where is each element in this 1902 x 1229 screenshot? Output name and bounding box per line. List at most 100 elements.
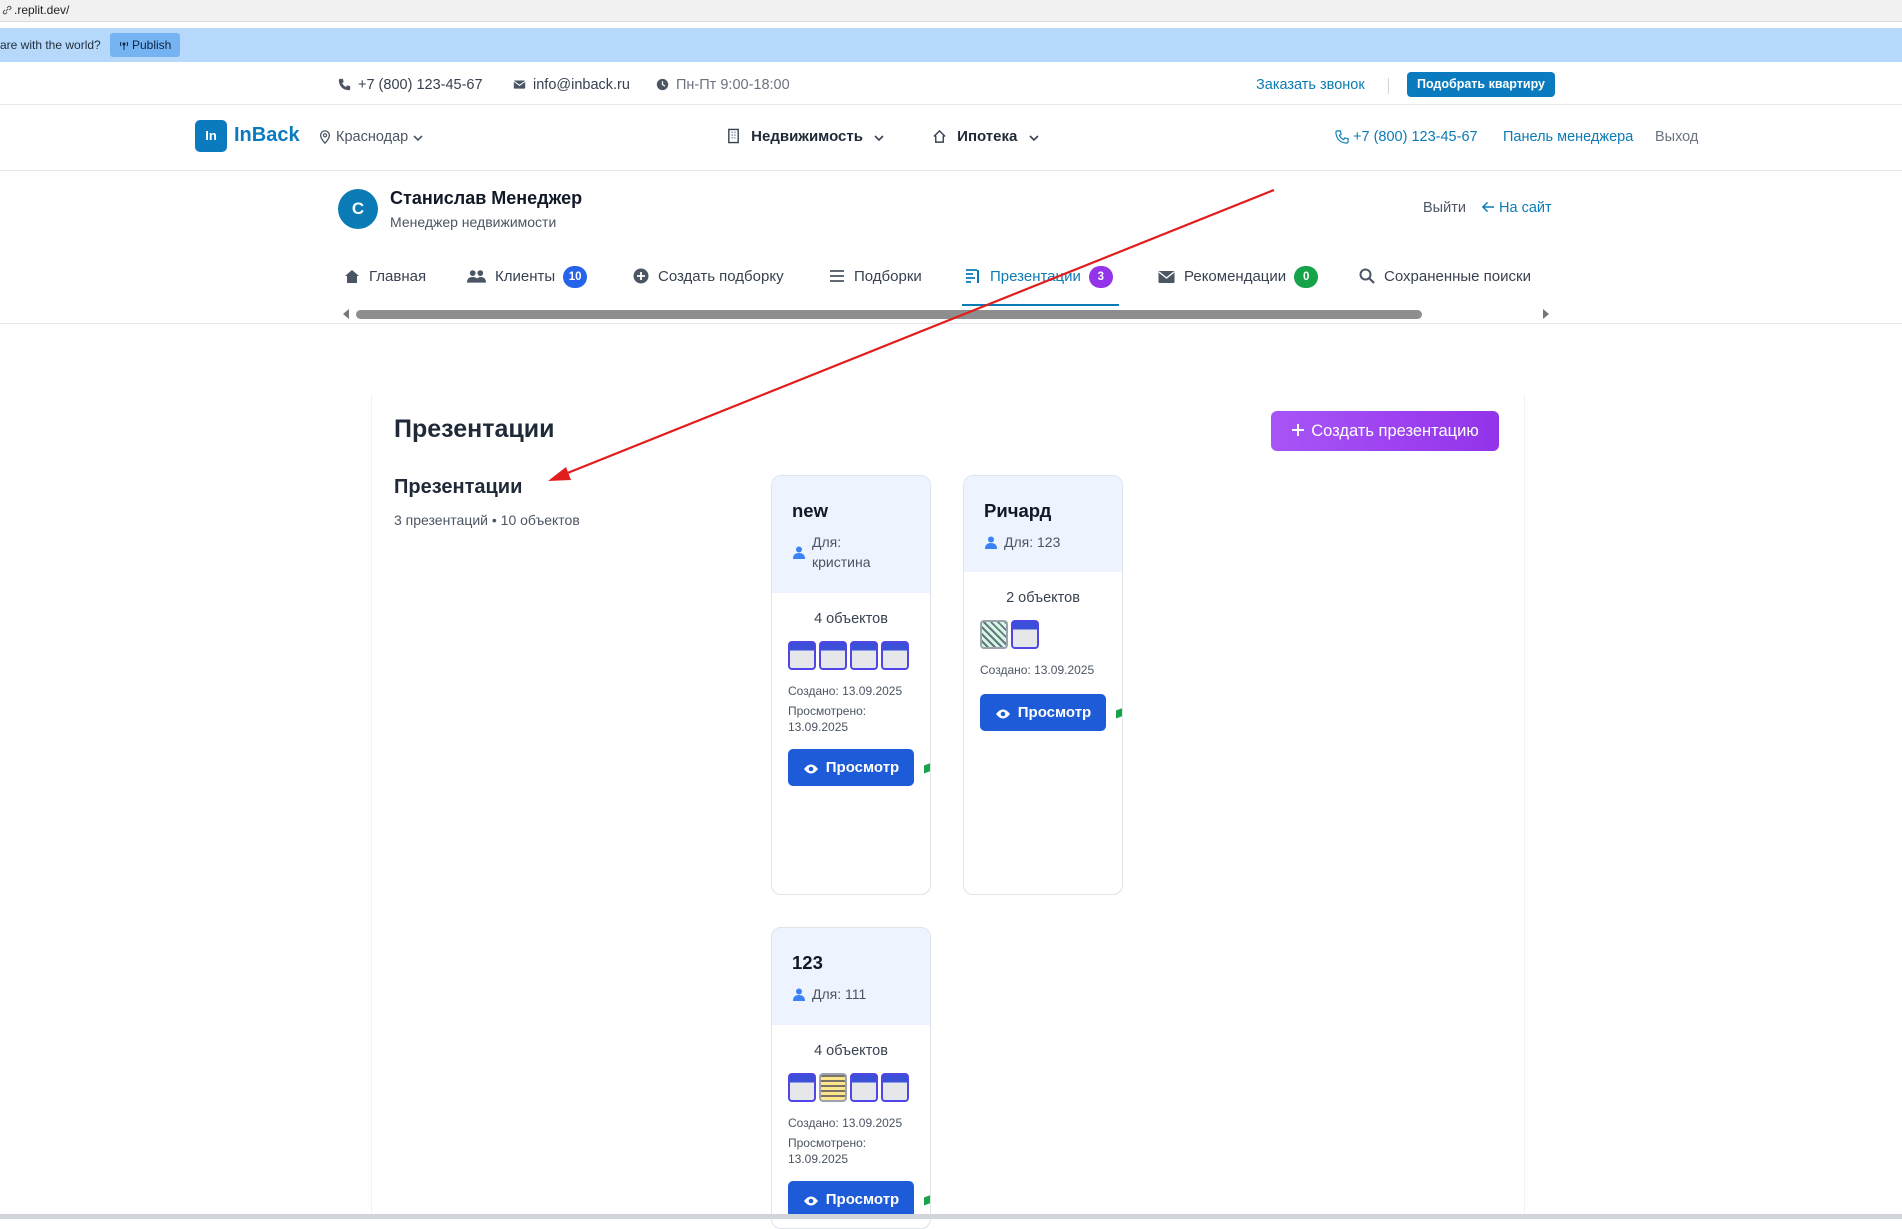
- user-icon: [793, 988, 805, 1001]
- view-button-label: Просмотр: [1017, 704, 1092, 721]
- presentations-summary: 3 презентаций • 10 объектов: [394, 512, 580, 528]
- property-thumbnail[interactable]: [788, 1073, 816, 1102]
- tab-collections[interactable]: Подборки: [829, 264, 922, 290]
- tab-saved-searches-label: Сохраненные поиски: [1384, 268, 1531, 285]
- section-title: Презентации: [394, 476, 523, 498]
- eye-icon: [995, 709, 1010, 719]
- card-recipient: Для: 111: [812, 984, 866, 1004]
- plus-icon: [1292, 424, 1305, 436]
- tab-collections-label: Подборки: [854, 268, 922, 285]
- property-thumbnail[interactable]: [819, 1073, 847, 1102]
- location-pin-icon: [319, 130, 331, 145]
- clients-count-badge: 10: [563, 266, 588, 288]
- share-button-edge[interactable]: [924, 1194, 930, 1206]
- home-icon: [933, 129, 946, 143]
- scroll-left-arrow-icon[interactable]: [342, 309, 350, 319]
- card-object-count: 4 объектов: [814, 611, 888, 627]
- card-recipient-label: Для:: [812, 534, 842, 550]
- tab-saved-searches[interactable]: Сохраненные поиски: [1359, 264, 1531, 290]
- tab-clients[interactable]: Клиенты 10: [467, 264, 588, 290]
- card-header: [964, 476, 1122, 572]
- avatar: С: [338, 189, 378, 229]
- tab-create-collection[interactable]: Создать подборку: [633, 264, 784, 290]
- nav-mortgage[interactable]: Ипотека: [932, 124, 1040, 150]
- presentation-card: Ричард Для: 123 2 объектов Создано: 13.0…: [963, 475, 1123, 895]
- property-thumbnail[interactable]: [1011, 620, 1039, 649]
- tab-clients-label: Клиенты: [495, 268, 556, 285]
- presentations-count-badge: 3: [1088, 266, 1113, 288]
- logo-text[interactable]: InBack: [234, 124, 300, 147]
- publish-banner: are with the world? Publish: [0, 28, 1902, 62]
- tab-home[interactable]: Главная: [344, 264, 426, 290]
- logout-link[interactable]: Выход: [1655, 124, 1698, 150]
- tab-create-collection-label: Создать подборку: [658, 268, 784, 285]
- city-label: Краснодар: [336, 129, 409, 145]
- view-button-label: Просмотр: [825, 759, 900, 776]
- card-title: new: [792, 500, 828, 521]
- pick-apartment-button[interactable]: Подобрать квартиру: [1407, 72, 1555, 97]
- property-thumbnail[interactable]: [881, 1073, 909, 1102]
- view-button[interactable]: Просмотр: [788, 1181, 914, 1218]
- to-site-label: На сайт: [1499, 200, 1552, 216]
- property-thumbnail[interactable]: [980, 620, 1008, 649]
- card-recipient-value: 111: [845, 986, 867, 1002]
- card-object-count: 4 объектов: [814, 1043, 888, 1059]
- envelope-icon: [1158, 271, 1175, 283]
- header-phone[interactable]: +7 (800) 123-45-67: [1335, 124, 1478, 150]
- profile-role: Менеджер недвижимости: [390, 214, 557, 230]
- eye-icon: [803, 764, 818, 774]
- scroll-right-arrow-icon[interactable]: [1542, 309, 1550, 319]
- scrollbar-thumb[interactable]: [356, 310, 1422, 319]
- logo-mark[interactable]: In: [195, 120, 227, 152]
- tab-recommendations[interactable]: Рекомендации 0: [1158, 264, 1319, 290]
- to-site-link[interactable]: На сайт: [1481, 200, 1552, 216]
- browser-url-bar[interactable]: .replit.dev/: [0, 0, 1902, 22]
- property-thumbnail[interactable]: [850, 1073, 878, 1102]
- contact-email[interactable]: info@inback.ru: [513, 66, 630, 104]
- property-thumbnail[interactable]: [788, 641, 816, 670]
- callback-link[interactable]: Заказать звонок: [1256, 66, 1365, 104]
- card-thumbnails: [980, 620, 1042, 654]
- card-header: [772, 928, 930, 1025]
- chevron-down-icon: [874, 135, 884, 142]
- property-thumbnail[interactable]: [881, 641, 909, 670]
- share-button-edge[interactable]: [1116, 707, 1122, 719]
- card-title: Ричард: [984, 500, 1052, 521]
- property-thumbnail[interactable]: [850, 641, 878, 670]
- work-hours: Пн-Пт 9:00-18:00: [656, 66, 790, 104]
- building-icon: [728, 128, 739, 144]
- user-icon: [985, 536, 997, 549]
- page-title: Презентации: [394, 415, 555, 443]
- card-created: Создано: 13.09.2025: [788, 684, 903, 698]
- users-icon: [467, 270, 486, 283]
- card-recipient-label: Для:: [1004, 534, 1034, 550]
- publish-button[interactable]: Publish: [110, 33, 181, 57]
- profile-exit-link[interactable]: Выйти: [1423, 200, 1466, 216]
- tab-presentations[interactable]: Презентации 3: [965, 264, 1113, 290]
- header-divider: [0, 323, 1902, 324]
- nav-real-estate[interactable]: Недвижимость: [726, 124, 885, 150]
- property-thumbnail[interactable]: [819, 641, 847, 670]
- tab-presentations-label: Презентации: [990, 268, 1081, 285]
- publish-banner-text: are with the world?: [0, 38, 101, 52]
- topbar-divider: [1388, 78, 1389, 94]
- card-recipient-label: Для:: [812, 986, 842, 1002]
- contact-bar: +7 (800) 123-45-67 info@inback.ru Пн-Пт …: [0, 66, 1902, 105]
- view-button[interactable]: Просмотр: [980, 694, 1106, 731]
- phone-icon: [1335, 130, 1349, 144]
- phone-icon: [338, 78, 351, 91]
- card-title: 123: [792, 952, 823, 973]
- share-button-edge[interactable]: [924, 762, 930, 774]
- card-created: Создано: 13.09.2025: [788, 1116, 903, 1130]
- view-button[interactable]: Просмотр: [788, 749, 914, 786]
- contact-phone[interactable]: +7 (800) 123-45-67: [338, 66, 483, 104]
- work-hours-text: Пн-Пт 9:00-18:00: [676, 77, 790, 93]
- clock-icon: [656, 78, 669, 91]
- view-button-label: Просмотр: [825, 1191, 900, 1208]
- eye-icon: [803, 1196, 818, 1206]
- create-presentation-button[interactable]: Создать презентацию: [1271, 411, 1499, 451]
- city-selector[interactable]: Краснодар: [318, 124, 424, 150]
- nav-real-estate-label: Недвижимость: [751, 128, 863, 145]
- manager-panel-link[interactable]: Панель менеджера: [1503, 124, 1633, 150]
- card-recipient: Для: 123: [1004, 532, 1060, 552]
